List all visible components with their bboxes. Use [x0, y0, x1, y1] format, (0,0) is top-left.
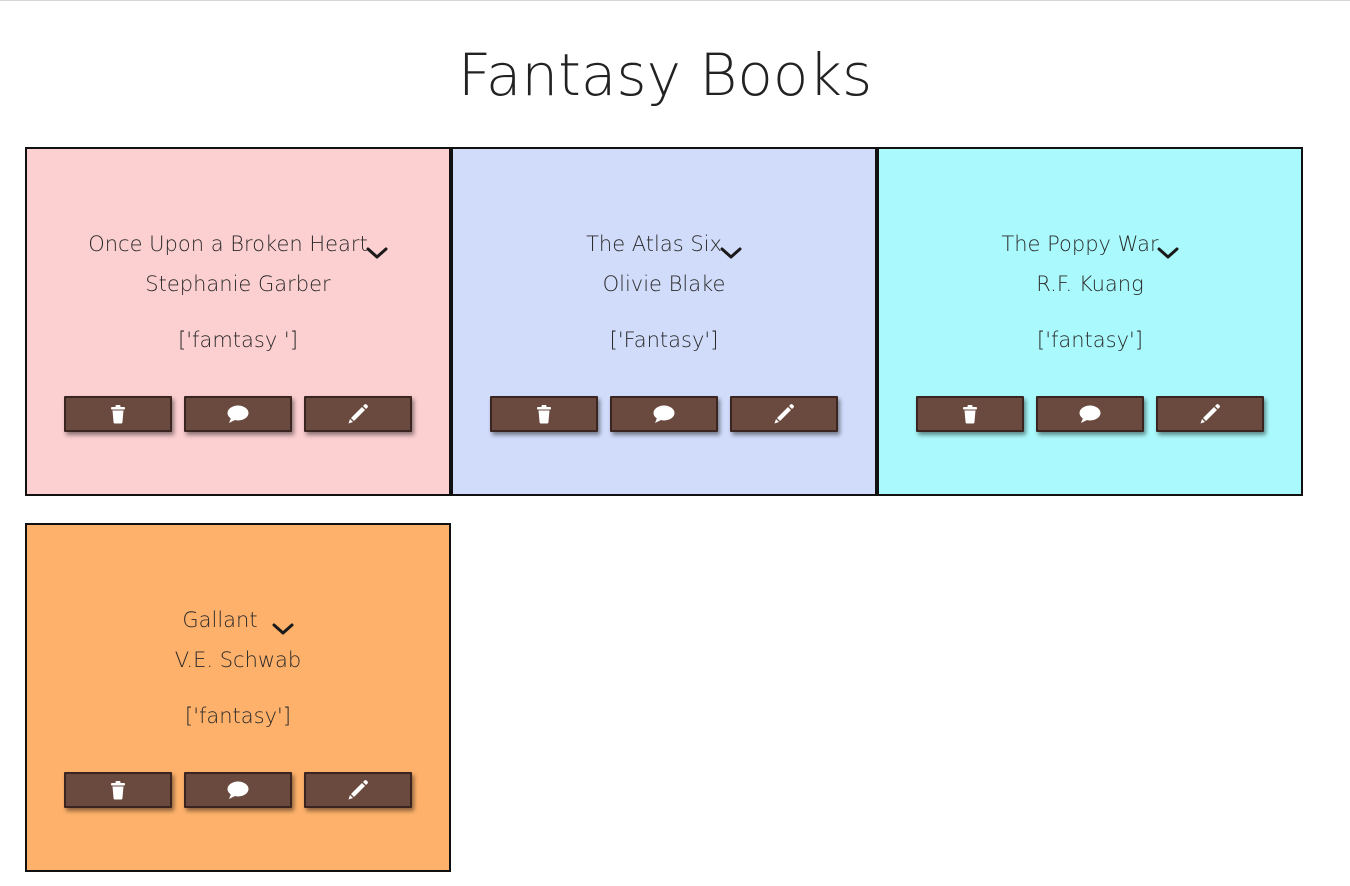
book-genres: ['famtasy ']	[178, 328, 298, 352]
book-author: V.E. Schwab	[174, 648, 302, 672]
book-title: The Atlas Six	[586, 232, 722, 256]
book-author: Stephanie Garber	[145, 272, 331, 296]
book-author: Olivie Blake	[602, 272, 726, 296]
book-title-row: The Atlas Six	[453, 229, 875, 259]
book-title-row: Once Upon a Broken Heart	[27, 229, 449, 259]
page-title: Fantasy Books	[457, 41, 873, 109]
edit-button[interactable]	[730, 396, 838, 432]
trash-icon	[109, 404, 127, 424]
book-author: R.F. Kuang	[1036, 272, 1144, 296]
comment-icon	[1078, 404, 1102, 424]
book-title: The Poppy War	[1001, 232, 1159, 256]
book-card: The Poppy War R.F. Kuang ['fantasy']	[877, 147, 1303, 496]
book-genres: ['fantasy']	[185, 704, 291, 728]
book-title: Once Upon a Broken Heart	[88, 232, 368, 256]
book-actions	[916, 396, 1276, 432]
comment-button[interactable]	[610, 396, 718, 432]
comment-button[interactable]	[184, 396, 292, 432]
trash-icon	[535, 404, 553, 424]
trash-icon	[109, 780, 127, 800]
top-divider	[0, 0, 1350, 1]
pencil-icon	[347, 779, 369, 801]
pencil-icon	[1199, 403, 1221, 425]
delete-button[interactable]	[490, 396, 598, 432]
comment-icon	[226, 404, 250, 424]
edit-button[interactable]	[304, 772, 412, 808]
comment-button[interactable]	[1036, 396, 1144, 432]
book-title: Gallant	[182, 608, 258, 632]
chevron-down-icon[interactable]	[272, 614, 294, 635]
chevron-down-icon[interactable]	[1157, 238, 1179, 259]
chevron-down-icon[interactable]	[720, 238, 742, 259]
delete-button[interactable]	[916, 396, 1024, 432]
pencil-icon	[773, 403, 795, 425]
pencil-icon	[347, 403, 369, 425]
edit-button[interactable]	[304, 396, 412, 432]
chevron-down-icon[interactable]	[366, 238, 388, 259]
book-card: Gallant V.E. Schwab ['fantasy']	[25, 523, 451, 872]
book-title-row: Gallant	[27, 605, 449, 635]
book-card: Once Upon a Broken Heart Stephanie Garbe…	[25, 147, 451, 496]
book-actions	[490, 396, 850, 432]
book-actions	[64, 772, 424, 808]
book-genres: ['Fantasy']	[609, 328, 719, 352]
book-actions	[64, 396, 424, 432]
trash-icon	[961, 404, 979, 424]
delete-button[interactable]	[64, 772, 172, 808]
book-title-row: The Poppy War	[879, 229, 1301, 259]
comment-button[interactable]	[184, 772, 292, 808]
book-genres: ['fantasy']	[1037, 328, 1143, 352]
book-card: The Atlas Six Olivie Blake ['Fantasy']	[451, 147, 877, 496]
comment-icon	[226, 780, 250, 800]
comment-icon	[652, 404, 676, 424]
edit-button[interactable]	[1156, 396, 1264, 432]
delete-button[interactable]	[64, 396, 172, 432]
